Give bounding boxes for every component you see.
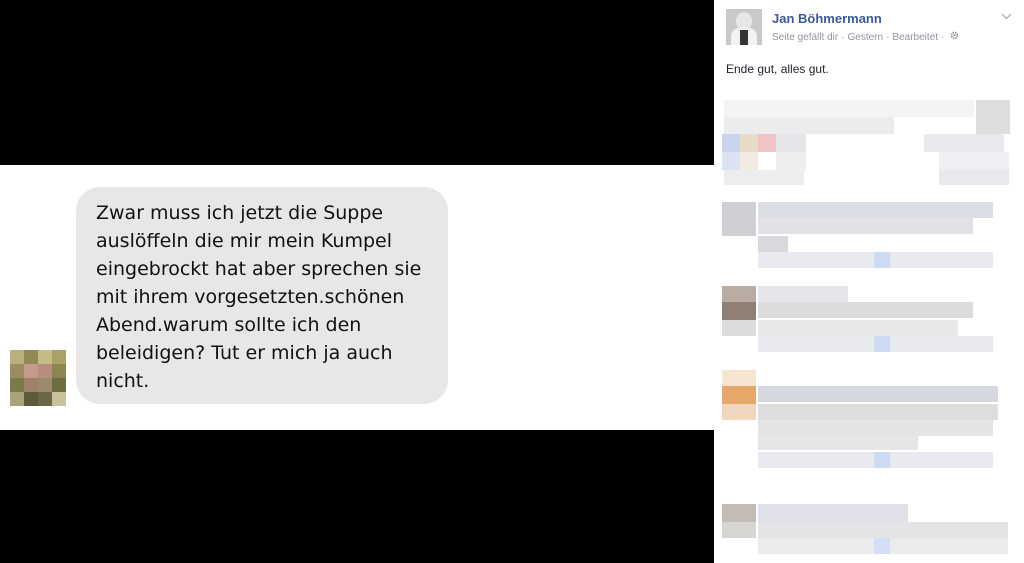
- pixelated-avatar: [10, 350, 66, 406]
- gear-icon[interactable]: [950, 31, 959, 43]
- message-text: Zwar muss ich jetzt die Suppe auslöffeln…: [96, 202, 422, 392]
- message-bubble: Zwar muss ich jetzt die Suppe auslöffeln…: [76, 187, 448, 404]
- page-liked-label: Seite gefällt dir: [772, 32, 839, 43]
- profile-picture[interactable]: [726, 9, 762, 45]
- post-timestamp[interactable]: Gestern: [848, 32, 884, 43]
- pixelated-comments: [714, 100, 1024, 563]
- chevron-down-icon[interactable]: [1001, 11, 1012, 23]
- post-text: Ende gut, alles gut.: [726, 62, 829, 76]
- post-author-link[interactable]: Jan Böhmermann: [772, 11, 882, 26]
- chat-screenshot-image: Zwar muss ich jetzt die Suppe auslöffeln…: [0, 0, 714, 563]
- post-meta: Seite gefällt dir · Gestern · Bearbeitet ·: [772, 31, 959, 43]
- edited-label[interactable]: Bearbeitet: [892, 32, 938, 43]
- facebook-post-panel: Jan Böhmermann Seite gefällt dir · Gestern…: [714, 0, 1024, 563]
